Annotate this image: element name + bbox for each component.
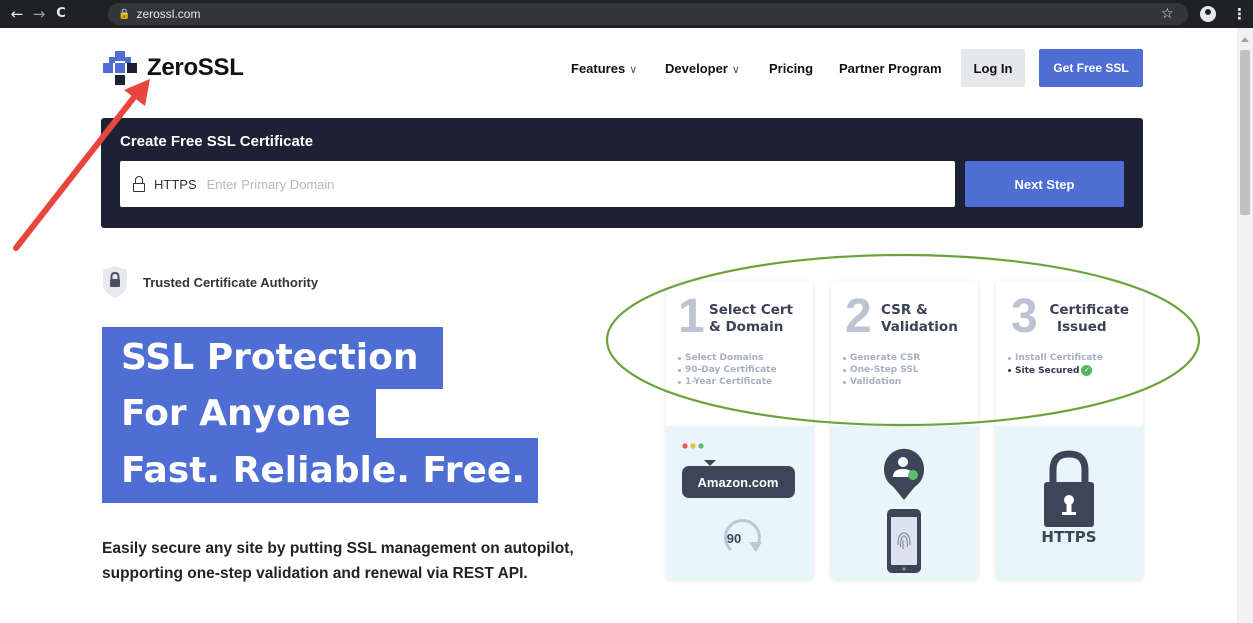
days-counter-label: 90 (727, 531, 741, 546)
nav-developer-label: Developer (665, 60, 728, 76)
step-3-illustration: HTTPS (996, 426, 1143, 579)
step-card-1: 1 Select Cert & Domain Select Domains 90… (666, 281, 813, 579)
step-title-line-1: CSR & (881, 302, 928, 318)
step-card-2: 2 CSR & Validation Generate CSR One-Step… (831, 281, 978, 579)
hero-description: Easily secure any site by putting SSL ma… (102, 536, 642, 586)
hero-description-line-1: Easily secure any site by putting SSL ma… (102, 540, 574, 557)
brand-logo[interactable]: ZeroSSL (103, 51, 244, 85)
next-step-button[interactable]: Next Step (965, 161, 1124, 207)
browser-menu-icon[interactable]: ⋮ (1232, 0, 1247, 28)
zerossl-logo-icon (103, 51, 137, 85)
scroll-up-arrow-icon[interactable] (1241, 37, 1249, 42)
step-title: Select Cert & Domain (709, 302, 793, 336)
domain-select-illustration-icon: Amazon.com 90 (682, 443, 795, 552)
step-title-line-2: Validation (881, 319, 958, 335)
address-url: zerossl.com (136, 7, 201, 21)
nav-pricing[interactable]: Pricing (769, 61, 813, 76)
hero-line-2: For Anyone (102, 389, 376, 438)
domain-field[interactable]: HTTPS (120, 161, 955, 207)
nav-features[interactable]: Features ∨ (571, 61, 637, 76)
step-card-3: 3 Certificate Issued Install Certificate… (996, 281, 1143, 579)
page-scrollbar[interactable] (1237, 28, 1253, 623)
hero-line-3: Fast. Reliable. Free. (102, 438, 538, 503)
list-item: 1-Year Certificate (678, 377, 777, 388)
nav-partner-program[interactable]: Partner Program (839, 61, 942, 76)
chevron-down-icon: ∨ (731, 63, 740, 76)
step-list: Install Certificate Site Secured ✓ (1008, 353, 1103, 378)
list-item: Site Secured ✓ (1008, 365, 1103, 377)
list-item: Install Certificate (1008, 353, 1103, 364)
forward-icon[interactable]: → (28, 0, 50, 28)
step-title-line-2: & Domain (709, 319, 784, 335)
step-number: 2 (845, 290, 872, 343)
step-1-illustration: Amazon.com 90 (666, 426, 813, 579)
browser-toolbar: ← → C 🔒 zerossl.com ☆ ⋮ (0, 0, 1253, 28)
list-item: Validation (843, 377, 920, 388)
hero-description-line-2: supporting one-step validation and renew… (102, 565, 528, 582)
step-list: Select Domains 90-Day Certificate 1-Year… (678, 353, 777, 389)
list-item: One-Step SSL (843, 365, 920, 376)
step-title-line-1: Select Cert (709, 302, 793, 318)
create-certificate-title: Create Free SSL Certificate (120, 133, 314, 150)
step-list: Generate CSR One-Step SSL Validation (843, 353, 920, 389)
list-item-label: Site Secured (1015, 366, 1080, 376)
domain-pill-label: Amazon.com (698, 475, 779, 490)
trusted-ca-badge: Trusted Certificate Authority (101, 266, 318, 298)
lock-icon (132, 176, 146, 192)
login-button[interactable]: Log In (961, 49, 1025, 87)
scroll-thumb[interactable] (1240, 50, 1250, 215)
brand-name: ZeroSSL (147, 54, 244, 81)
list-item: Generate CSR (843, 353, 920, 364)
reload-icon[interactable]: C (50, 0, 72, 28)
check-circle-icon: ✓ (1081, 365, 1093, 376)
hero-line-1: SSL Protection (102, 327, 443, 389)
nav-features-label: Features (571, 60, 626, 76)
shield-lock-icon (103, 266, 127, 298)
step-number: 1 (678, 290, 705, 343)
step-2-illustration (831, 426, 978, 579)
step-title-line-1: Certificate (1049, 302, 1129, 318)
nav-developer[interactable]: Developer ∨ (665, 61, 740, 76)
step-title: CSR & Validation (881, 302, 958, 336)
get-free-ssl-button[interactable]: Get Free SSL (1039, 49, 1143, 87)
create-certificate-panel: Create Free SSL Certificate HTTPS Next S… (101, 118, 1143, 228)
trusted-ca-label: Trusted Certificate Authority (143, 274, 319, 290)
step-title-line-2: Issued (1057, 319, 1107, 335)
domain-input[interactable] (206, 176, 807, 192)
address-bar[interactable]: 🔒 zerossl.com (108, 3, 1188, 25)
https-prefix: HTTPS (154, 176, 197, 192)
list-item: Select Domains (678, 353, 777, 364)
step-title: Certificate Issued (1046, 302, 1129, 336)
step-number: 3 (1011, 290, 1038, 343)
list-item: 90-Day Certificate (678, 365, 777, 376)
padlock-illustration-icon: HTTPS (1041, 450, 1097, 546)
lock-icon[interactable]: 🔒 (118, 9, 130, 20)
validation-illustration-icon (884, 448, 924, 573)
https-label: HTTPS (1041, 528, 1096, 546)
bookmark-star-icon[interactable]: ☆ (1161, 0, 1174, 28)
back-icon[interactable]: ← (6, 0, 28, 28)
profile-avatar-icon[interactable] (1200, 6, 1216, 22)
chevron-down-icon: ∨ (629, 63, 638, 76)
